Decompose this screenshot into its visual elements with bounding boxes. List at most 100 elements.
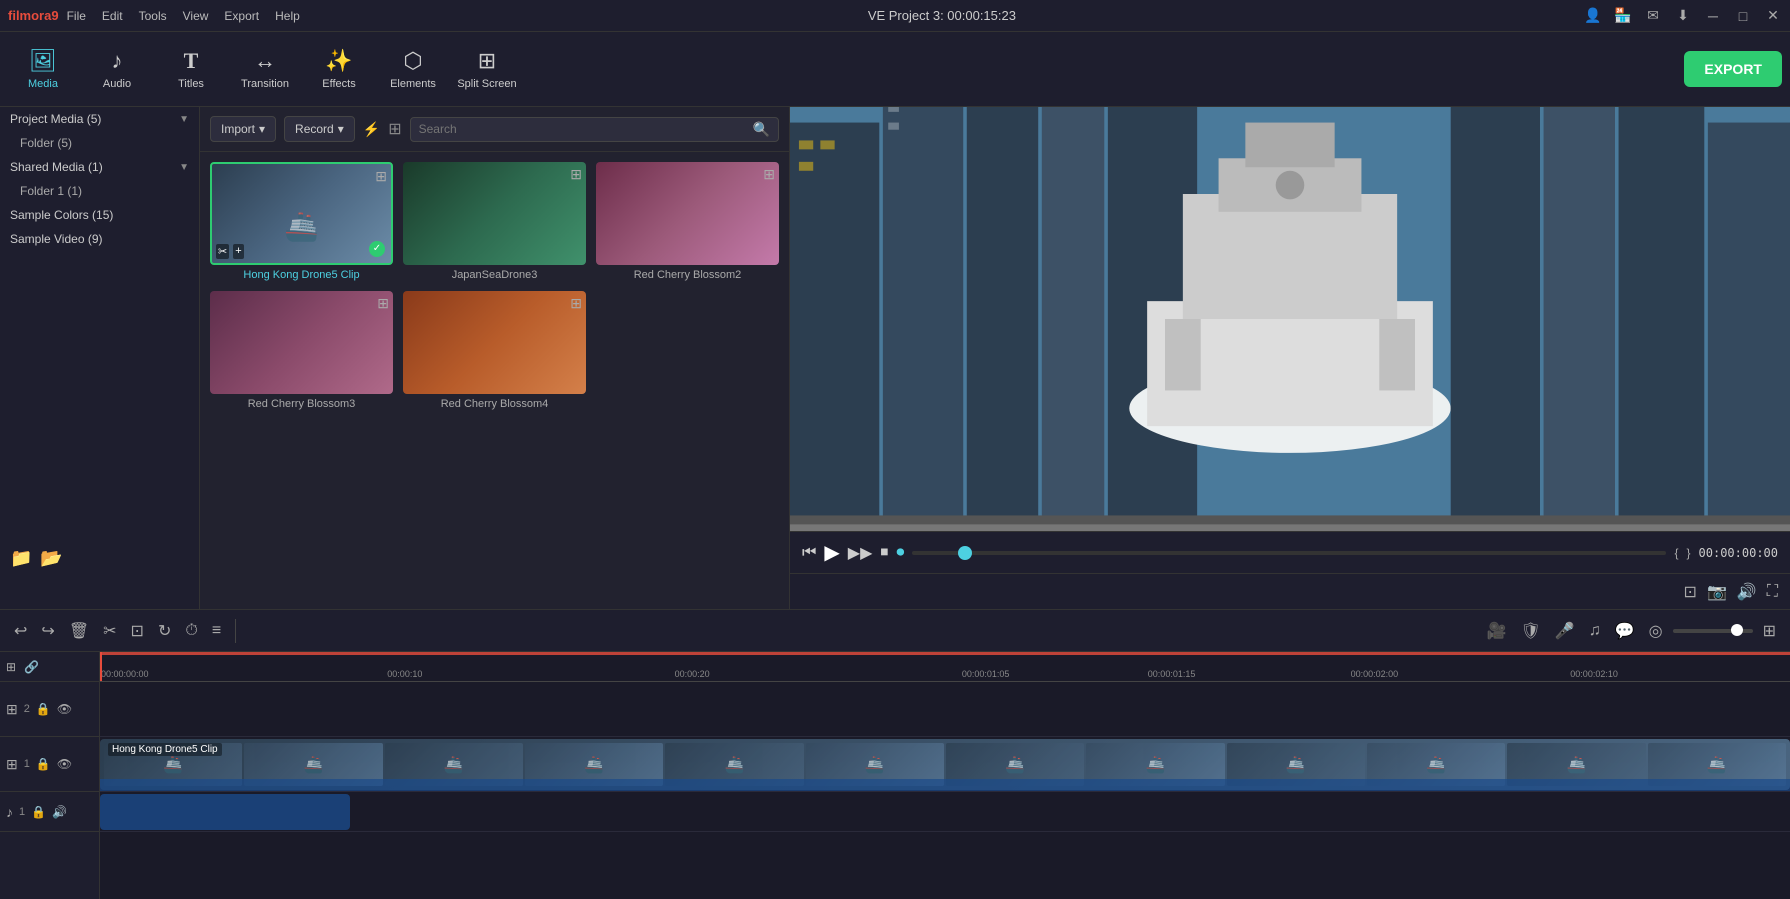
media-thumb-cherry1[interactable]: ⊞ bbox=[596, 162, 779, 265]
crop-button[interactable]: ⊡ bbox=[127, 617, 148, 645]
list-item[interactable]: ⊞ Red Cherry Blossom3 bbox=[210, 291, 393, 410]
toolbar-titles[interactable]: T Titles bbox=[156, 37, 226, 102]
export-button[interactable]: EXPORT bbox=[1684, 51, 1782, 87]
ruler-labels: 00:00:00:00 00:00:10 00:00:20 00:00:01:0… bbox=[100, 652, 1790, 681]
profile-icon[interactable]: 👤 bbox=[1584, 7, 1602, 24]
message-icon[interactable]: ✉ bbox=[1644, 7, 1662, 24]
track-v1-num: 1 bbox=[24, 758, 30, 770]
toolbar-effects[interactable]: ✨ Effects bbox=[304, 37, 374, 102]
media-label-cherry3: Red Cherry Blossom3 bbox=[210, 398, 393, 410]
filter-icon[interactable]: ⚡ bbox=[363, 121, 380, 138]
folder-item[interactable]: Folder (5) bbox=[0, 131, 199, 155]
timeline-toolbar: ↩ ↪ 🗑 ✂ ⊡ ↻ ⏱ ≡ 🎥 🛡 🎤 ♫ 💬 ◎ ⊞ bbox=[0, 610, 1790, 652]
menu-file[interactable]: File bbox=[67, 9, 86, 23]
download-icon[interactable]: ⬇ bbox=[1674, 7, 1692, 24]
import-button[interactable]: Import ▾ bbox=[210, 116, 276, 142]
ruler-mark-115: 00:00:01:15 bbox=[1148, 669, 1196, 679]
fullscreen-icon[interactable]: ⛶ bbox=[1767, 583, 1778, 601]
sample-colors-section[interactable]: Sample Colors (15) bbox=[0, 203, 199, 227]
track-v2-eye-icon[interactable]: 👁 bbox=[57, 702, 72, 716]
cut-button[interactable]: ✂ bbox=[99, 617, 120, 645]
toolbar-splitscreen[interactable]: ⊞ Split Screen bbox=[452, 37, 522, 102]
folder1-item[interactable]: Folder 1 (1) bbox=[0, 179, 199, 203]
clip-audio-bar bbox=[100, 779, 1790, 791]
shield-button[interactable]: 🛡 bbox=[1516, 617, 1544, 645]
shared-media-section[interactable]: Shared Media (1) ▼ bbox=[0, 155, 199, 179]
circle-button[interactable]: ◎ bbox=[1645, 617, 1667, 645]
store-icon[interactable]: 🏪 bbox=[1614, 7, 1632, 24]
media-thumb-cherry3[interactable]: ⊞ bbox=[210, 291, 393, 394]
media-thumb-japan[interactable]: ⊞ bbox=[403, 162, 586, 265]
preview-panel: ⏮ ▶ ▶▶ ⏹ ⏺ { } 00:00:00:00 ⊡ 📷 🔊 ⛶ bbox=[790, 107, 1790, 609]
timeline-content: ⊞ 🔗 ⊞ 2 🔒 👁 ⊞ 1 🔒 👁 bbox=[0, 652, 1790, 899]
record-button[interactable]: Record ▾ bbox=[284, 116, 355, 142]
maximize-button[interactable]: □ bbox=[1734, 8, 1752, 24]
toolbar-divider bbox=[235, 619, 236, 643]
ruler-timeline-bar bbox=[100, 652, 1790, 655]
list-item[interactable]: ⊞ ✓ ✂ + Hong Kong Drone5 Clip bbox=[210, 162, 393, 281]
folder-view-icon[interactable]: 📂 bbox=[40, 548, 62, 569]
menu-help[interactable]: Help bbox=[275, 9, 300, 23]
toolbar-transition[interactable]: ↔ Transition bbox=[230, 37, 300, 102]
zoom-bar bbox=[1673, 629, 1753, 633]
adjust-button[interactable]: ≡ bbox=[208, 618, 225, 644]
search-input[interactable] bbox=[419, 122, 749, 136]
selected-check-icon: ✓ bbox=[369, 241, 385, 257]
rotate-button[interactable]: ↻ bbox=[154, 617, 175, 645]
play-button[interactable]: ▶ bbox=[824, 540, 839, 565]
list-item[interactable]: ⊞ Red Cherry Blossom4 bbox=[403, 291, 586, 410]
speed-button[interactable]: ⏱ bbox=[181, 618, 201, 644]
media-thumb-cherry4[interactable]: ⊞ bbox=[403, 291, 586, 394]
close-button[interactable]: ✕ bbox=[1764, 7, 1782, 24]
track-a1-lock-icon[interactable]: 🔒 bbox=[31, 805, 46, 819]
mic-button[interactable]: 🎤 bbox=[1551, 617, 1579, 645]
menu-edit[interactable]: Edit bbox=[102, 9, 123, 23]
progress-bar[interactable] bbox=[912, 551, 1666, 555]
sample-video-section[interactable]: Sample Video (9) bbox=[0, 227, 199, 251]
minimize-button[interactable]: ─ bbox=[1704, 8, 1722, 24]
delete-button[interactable]: 🗑 bbox=[65, 617, 93, 645]
track-a1-controls: ♪ 1 🔒 🔊 bbox=[0, 792, 99, 832]
playhead[interactable] bbox=[100, 652, 102, 681]
time-display: 00:00:00:00 bbox=[1699, 546, 1778, 560]
track-v1-eye-icon[interactable]: 👁 bbox=[57, 757, 72, 771]
track-a1-eye-icon[interactable]: 🔊 bbox=[52, 805, 67, 819]
toolbar-elements[interactable]: ⬡ Elements bbox=[378, 37, 448, 102]
media-thumb-hk[interactable]: ⊞ ✓ ✂ + bbox=[210, 162, 393, 265]
toolbar-media[interactable]: 🖼 Media bbox=[8, 37, 78, 102]
camera-snapshot-icon[interactable]: 📷 bbox=[1707, 582, 1727, 602]
record-label: Record bbox=[295, 122, 334, 136]
list-item[interactable]: ⊞ JapanSeaDrone3 bbox=[403, 162, 586, 281]
track-v1-lock-icon[interactable]: 🔒 bbox=[36, 757, 51, 771]
record-dot-button[interactable]: ⏺ bbox=[896, 544, 904, 562]
menu-view[interactable]: View bbox=[183, 9, 209, 23]
project-media-chevron: ▼ bbox=[179, 114, 189, 125]
redo-button[interactable]: ↪ bbox=[37, 617, 58, 645]
toolbar-audio[interactable]: ♪ Audio bbox=[82, 37, 152, 102]
camera-track-button[interactable]: 🎥 bbox=[1483, 617, 1511, 645]
link-tracks-icon[interactable]: 🔗 bbox=[24, 660, 39, 674]
bracket-right: } bbox=[1687, 546, 1691, 560]
music-button[interactable]: ♫ bbox=[1585, 618, 1605, 644]
undo-button[interactable]: ↩ bbox=[10, 617, 31, 645]
fast-forward-button[interactable]: ▶▶ bbox=[848, 543, 873, 563]
sample-colors-label: Sample Colors (15) bbox=[10, 208, 113, 222]
timeline-left-controls: ⊞ 🔗 ⊞ 2 🔒 👁 ⊞ 1 🔒 👁 bbox=[0, 652, 100, 899]
toolbar-effects-label: Effects bbox=[322, 78, 355, 90]
menu-tools[interactable]: Tools bbox=[139, 9, 167, 23]
top-toolbar: 🖼 Media ♪ Audio T Titles ↔ Transition ✨ … bbox=[0, 32, 1790, 107]
list-item[interactable]: ⊞ Red Cherry Blossom2 bbox=[596, 162, 779, 281]
subtitle-button[interactable]: 💬 bbox=[1611, 617, 1639, 645]
project-media-section[interactable]: Project Media (5) ▼ bbox=[0, 107, 199, 131]
audio-clip-1[interactable] bbox=[100, 794, 350, 830]
zoom-fit-button[interactable]: ⊞ bbox=[1759, 617, 1780, 645]
rewind-button[interactable]: ⏮ bbox=[802, 544, 816, 562]
volume-icon[interactable]: 🔊 bbox=[1737, 582, 1757, 602]
stop-button[interactable]: ⏹ bbox=[880, 544, 888, 562]
track-v2-lock-icon[interactable]: 🔒 bbox=[36, 702, 51, 716]
menu-export[interactable]: Export bbox=[224, 9, 259, 23]
add-folder-icon[interactable]: 📁 bbox=[10, 548, 32, 569]
add-track-icon[interactable]: ⊞ bbox=[6, 660, 16, 674]
screen-fit-icon[interactable]: ⊡ bbox=[1684, 582, 1697, 602]
grid-view-icon[interactable]: ⊞ bbox=[388, 119, 401, 139]
